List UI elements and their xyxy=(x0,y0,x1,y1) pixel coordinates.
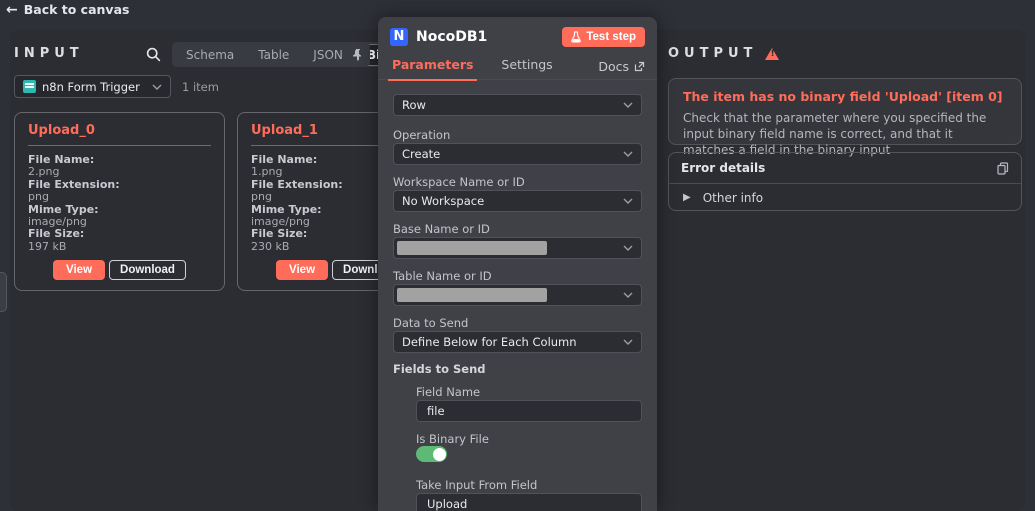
base-label: Base Name or ID xyxy=(393,222,490,236)
chevron-down-icon xyxy=(623,151,633,157)
tab-schema[interactable]: Schema xyxy=(174,44,246,66)
fields-to-send-label: Fields to Send xyxy=(393,362,486,376)
chevron-down-icon xyxy=(623,102,633,108)
operation-label: Operation xyxy=(393,128,451,142)
operation-select[interactable]: Create xyxy=(393,143,642,165)
field-label: Mime Type: xyxy=(28,202,99,216)
back-to-canvas-label: Back to canvas xyxy=(23,2,130,17)
node-title: NocoDB1 xyxy=(416,28,488,45)
error-message-box: The item has no binary field 'Upload' [i… xyxy=(668,78,1022,157)
field-value: 2.png xyxy=(28,165,60,179)
field-value: 197 kB xyxy=(28,239,67,253)
divider xyxy=(28,145,211,146)
field-value: png xyxy=(251,190,272,204)
workspace-value: No Workspace xyxy=(402,194,485,208)
external-link-icon xyxy=(634,61,645,71)
field-label: Mime Type: xyxy=(251,202,322,216)
workspace-label: Workspace Name or ID xyxy=(393,175,525,189)
copy-icon[interactable] xyxy=(997,161,1009,175)
field-label: File Size: xyxy=(251,227,308,241)
other-info-toggle[interactable]: ▶ Other info xyxy=(669,184,1021,211)
panel-collapse-handle[interactable] xyxy=(0,272,7,312)
back-to-canvas-link[interactable]: ← Back to canvas xyxy=(6,2,129,17)
loading-skeleton xyxy=(397,288,547,302)
field-value: image/png xyxy=(28,215,87,229)
flask-icon xyxy=(571,30,582,43)
error-title: The item has no binary field 'Upload' [i… xyxy=(683,89,1003,104)
operation-value: Create xyxy=(402,147,441,161)
view-button[interactable]: View xyxy=(53,260,106,280)
error-details-title: Error details xyxy=(681,161,766,175)
test-step-button[interactable]: Test step xyxy=(562,26,645,47)
field-label: File Name: xyxy=(28,153,95,166)
field-label: File Extension: xyxy=(28,177,120,191)
pin-icon xyxy=(352,49,361,61)
docs-link[interactable]: Docs xyxy=(598,59,645,74)
node-detail-modal: N NocoDB1 Test step Parameters Settings … xyxy=(378,17,657,511)
field-value: 1.png xyxy=(251,165,283,179)
resource-select[interactable]: Row xyxy=(393,94,642,116)
data-to-send-label: Data to Send xyxy=(393,316,469,330)
top-bar: ← Back to canvas xyxy=(0,0,1035,18)
chevron-down-icon xyxy=(623,292,633,298)
warning-triangle-icon xyxy=(765,47,780,60)
table-select[interactable] xyxy=(393,284,642,306)
field-name-label: Field Name xyxy=(416,385,481,399)
is-binary-file-label: Is Binary File xyxy=(416,432,489,446)
tab-settings[interactable]: Settings xyxy=(499,52,554,80)
tab-table[interactable]: Table xyxy=(246,44,301,66)
docs-label: Docs xyxy=(598,58,629,74)
take-input-from-field-input[interactable]: Upload xyxy=(416,493,642,511)
back-arrow-icon: ← xyxy=(6,1,18,18)
input-source-value: n8n Form Trigger xyxy=(42,79,140,94)
resource-value: Row xyxy=(402,98,426,112)
error-details-box: Error details ▶ Other info xyxy=(668,152,1022,211)
input-item-count: 1 item xyxy=(182,80,219,94)
binary-card-upload-0: Upload_0 File Name: 2.png File Extension… xyxy=(14,112,225,291)
base-select[interactable] xyxy=(393,237,642,259)
field-label: File Name: xyxy=(251,153,318,166)
other-info-label: Other info xyxy=(702,190,764,205)
chevron-down-icon xyxy=(623,245,633,251)
download-button[interactable]: Download xyxy=(109,260,186,280)
chevron-down-icon xyxy=(623,198,633,204)
chevron-right-icon: ▶ xyxy=(683,192,691,203)
input-source-select[interactable]: n8n Form Trigger xyxy=(14,75,171,98)
binary-card-title: Upload_0 xyxy=(28,123,95,138)
take-input-from-field-value: Upload xyxy=(427,497,468,511)
view-button[interactable]: View xyxy=(276,260,329,280)
table-label: Table Name or ID xyxy=(393,269,492,283)
pin-data-button[interactable] xyxy=(345,42,370,67)
chevron-down-icon xyxy=(623,339,633,345)
field-label: File Extension: xyxy=(251,177,343,191)
loading-skeleton xyxy=(397,241,547,255)
take-input-from-field-label: Take Input From Field xyxy=(416,478,538,492)
output-panel-title: OUTPUT xyxy=(668,46,758,61)
field-name-value: file xyxy=(427,404,445,418)
nocodb-logo: N xyxy=(390,27,408,46)
field-value: png xyxy=(28,190,49,204)
data-to-send-value: Define Below for Each Column xyxy=(402,335,577,349)
form-trigger-icon xyxy=(23,80,36,93)
error-description: Check that the parameter where you speci… xyxy=(683,111,987,157)
field-value: 230 kB xyxy=(251,239,290,253)
toggle-knob xyxy=(432,447,446,461)
is-binary-file-toggle[interactable] xyxy=(416,446,447,462)
input-panel-title: INPUT xyxy=(14,46,84,61)
field-label: File Size: xyxy=(28,227,85,241)
workspace-select[interactable]: No Workspace xyxy=(393,190,642,212)
field-value: image/png xyxy=(251,215,310,229)
data-to-send-select[interactable]: Define Below for Each Column xyxy=(393,331,642,353)
test-step-label: Test step xyxy=(586,30,636,43)
field-name-input[interactable]: file xyxy=(416,400,642,422)
search-icon[interactable] xyxy=(143,44,163,64)
tab-parameters[interactable]: Parameters xyxy=(387,52,478,81)
chevron-down-icon xyxy=(152,84,162,90)
